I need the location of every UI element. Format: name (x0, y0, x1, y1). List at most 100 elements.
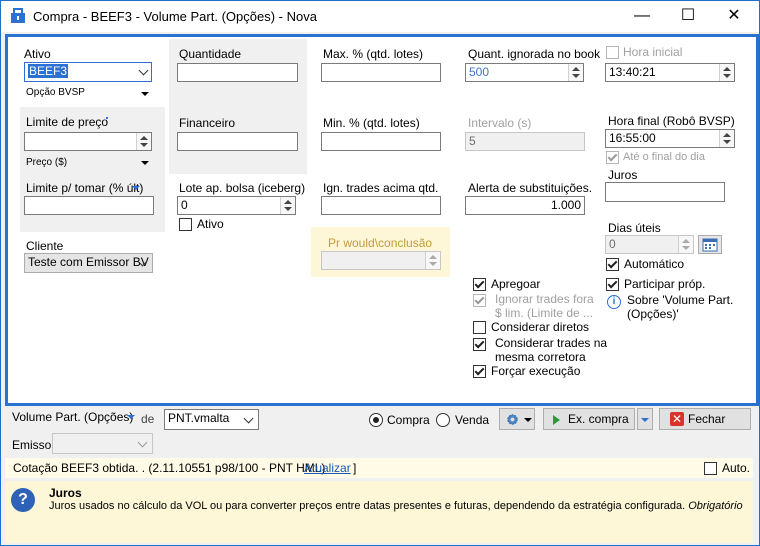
considerar-mesma-label-2: mesma corretora (495, 350, 586, 364)
forcar-label: Forçar execução (491, 364, 581, 378)
status-bar: Cotação BEEF3 obtida. . (2.11.10551 p98/… (5, 458, 753, 478)
cliente-select[interactable]: Teste com Emissor BV (24, 253, 153, 273)
financeiro-label: Financeiro (179, 116, 236, 130)
dropdown-arrow-icon[interactable] (141, 92, 149, 96)
alerta-input[interactable]: 1.000 (465, 196, 585, 215)
spinner-icon[interactable] (719, 64, 734, 81)
ativo-value: BEEF3 (28, 64, 69, 78)
lote-input[interactable]: 0 (177, 196, 296, 215)
window-title: Compra - BEEF3 - Volume Part. (Opções) -… (33, 9, 317, 24)
max-pct-input[interactable] (321, 63, 441, 82)
limite-preco-tipo[interactable]: Preço ($) (26, 157, 67, 168)
ate-final-label: Até o final do dia (623, 151, 705, 163)
lote-ativo-label: Ativo (197, 217, 224, 231)
help-title: Juros (49, 486, 82, 500)
financeiro-input[interactable] (177, 132, 298, 151)
dropdown-arrow-icon (641, 418, 649, 422)
auto-checkbox[interactable] (704, 462, 717, 475)
fechar-label: Fechar (688, 412, 726, 426)
maximize-button[interactable]: ☐ (665, 1, 711, 32)
lote-ativo-checkbox[interactable] (179, 218, 192, 231)
ign-trades-input[interactable] (321, 196, 441, 215)
considerar-mesma-checkbox[interactable] (473, 338, 486, 351)
spinner-icon (678, 236, 693, 253)
close-icon: ✕ (670, 412, 684, 426)
hora-inicial-label: Hora inicial (623, 45, 683, 59)
spinner-icon (425, 252, 440, 269)
quant-ignorada-label: Quant. ignorada no book (468, 47, 601, 61)
automatico-label: Automático (624, 257, 685, 271)
estrategia-label[interactable]: Volume Part. (Opções) (12, 410, 133, 424)
spinner-icon[interactable] (136, 133, 151, 150)
sobre-link-2[interactable]: (Opções)' (627, 307, 679, 321)
ex-compra-button[interactable]: Ex. compra (543, 408, 635, 430)
ativo-tipo[interactable]: Opção BVSP (26, 87, 85, 98)
max-pct-label: Max. % (qtd. lotes) (323, 47, 424, 61)
dias-uteis-label: Dias úteis (608, 221, 661, 235)
de-label: de (141, 412, 155, 426)
hora-inicial-checkbox[interactable] (606, 46, 619, 59)
chevron-down-icon (243, 413, 254, 424)
emissor-select (52, 433, 153, 454)
minimize-button[interactable]: — (619, 1, 665, 32)
spinner-icon[interactable] (568, 64, 583, 81)
juros-label: Juros (608, 168, 638, 182)
considerar-diretos-label: Considerar diretos (491, 320, 590, 334)
pr-would-input (321, 251, 441, 270)
ativo-select[interactable]: BEEF3 (24, 62, 152, 82)
min-pct-input[interactable] (321, 132, 441, 151)
considerar-diretos-checkbox[interactable] (473, 321, 486, 334)
order-form: Ativo BEEF3 Opção BVSP Limite de preço P… (5, 34, 759, 406)
hora-final-input[interactable]: 16:55:00 (605, 129, 735, 148)
calendar-icon[interactable] (698, 235, 722, 254)
app-icon (10, 8, 26, 24)
atualizar-link[interactable]: Atualizar (304, 461, 351, 475)
venda-radio[interactable] (436, 413, 450, 427)
quantidade-input[interactable] (177, 63, 298, 82)
dropdown-arrow-icon[interactable] (132, 186, 140, 190)
considerar-mesma-label: Considerar trades na (495, 336, 608, 350)
ignorar-trades-label: Ignorar trades fora (495, 292, 594, 306)
cliente-label: Cliente (26, 239, 64, 253)
automatico-checkbox[interactable] (606, 258, 619, 271)
sobre-link[interactable]: Sobre 'Volume Part. (627, 293, 733, 307)
ate-final-checkbox (606, 151, 619, 164)
dropdown-arrow-icon[interactable] (141, 161, 149, 165)
close-button[interactable]: ✕ (711, 1, 757, 32)
help-obrigatorio: Obrigatório (688, 500, 743, 512)
forcar-checkbox[interactable] (473, 365, 486, 378)
ex-compra-menu-button[interactable] (637, 408, 653, 430)
limite-tomar-label: Limite p/ tomar (% últ) (26, 181, 144, 195)
quant-ignorada-input[interactable]: 500 (465, 63, 584, 82)
emissor-label: Emissor (12, 438, 56, 452)
fonte-select[interactable]: PNT.vmalta (164, 409, 259, 430)
dot-icon (106, 117, 108, 119)
compra-label: Compra (387, 413, 430, 427)
info-icon[interactable]: i (607, 295, 621, 309)
play-icon (553, 415, 560, 425)
help-body-text: Juros usados no cálculo da VOL ou para c… (49, 500, 686, 512)
settings-button[interactable] (499, 408, 535, 430)
help-body: Juros usados no cálculo da VOL ou para c… (49, 500, 749, 512)
chevron-down-icon (138, 65, 149, 76)
ignorar-trades-checkbox (473, 294, 486, 307)
limite-tomar-input[interactable] (24, 196, 154, 215)
fechar-button[interactable]: ✕ Fechar (659, 408, 751, 430)
compra-radio[interactable] (369, 413, 383, 427)
hora-final-label: Hora final (Robô BVSP) (608, 114, 735, 128)
apregoar-label: Apregoar (491, 277, 541, 291)
fonte-value: PNT.vmalta (168, 411, 230, 425)
apregoar-checkbox[interactable] (473, 278, 486, 291)
help-panel: ? Juros Juros usados no cálculo da VOL o… (5, 481, 753, 543)
quantidade-label: Quantidade (179, 47, 242, 61)
juros-input[interactable] (605, 182, 725, 202)
gear-icon (505, 412, 520, 433)
intervalo-label: Intervalo (s) (468, 116, 532, 130)
limite-preco-label: Limite de preço (26, 115, 109, 129)
limite-preco-input[interactable] (24, 132, 152, 151)
dropdown-arrow-icon[interactable] (127, 415, 135, 419)
hora-inicial-input[interactable]: 13:40:21 (605, 63, 735, 82)
spinner-icon[interactable] (280, 197, 295, 214)
spinner-icon[interactable] (719, 130, 734, 147)
participar-checkbox[interactable] (606, 278, 619, 291)
